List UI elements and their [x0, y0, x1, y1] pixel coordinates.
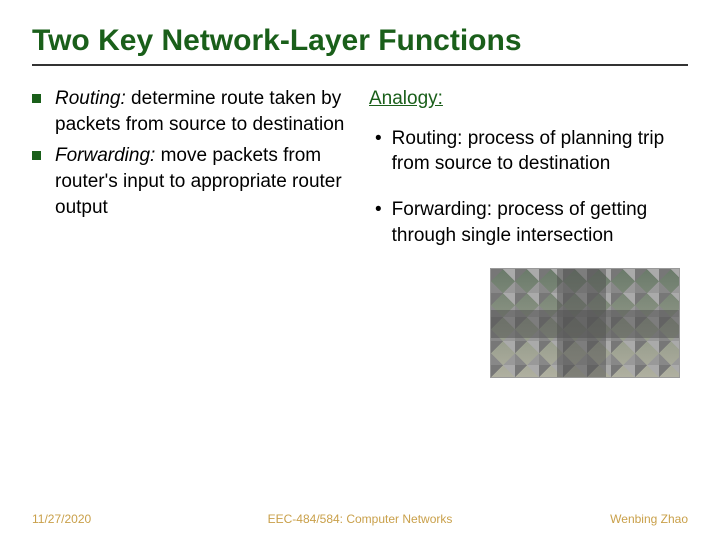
footer-date: 11/27/2020: [32, 512, 91, 526]
analogy-routing-text: Routing: process of planning trip from s…: [392, 126, 688, 177]
intersection-image: [490, 268, 680, 378]
dot-bullet-icon: •: [375, 126, 382, 152]
list-item: Forwarding: move packets from router's i…: [32, 143, 351, 220]
dot-bullet-icon: •: [375, 197, 382, 223]
term-forwarding: Forwarding:: [55, 145, 155, 166]
footer-author: Wenbing Zhao: [610, 512, 688, 526]
right-column: Analogy: • Routing: process of planning …: [369, 86, 688, 378]
analogy-heading: Analogy:: [369, 86, 688, 112]
square-bullet-icon: [32, 151, 41, 160]
slide-footer: 11/27/2020 EEC-484/584: Computer Network…: [32, 512, 688, 526]
slide: Two Key Network-Layer Functions Routing:…: [0, 0, 720, 540]
left-column: Routing: determine route taken by packet…: [32, 86, 351, 378]
slide-body: Routing: determine route taken by packet…: [32, 86, 688, 378]
list-item-text: Forwarding: move packets from router's i…: [55, 143, 351, 220]
list-item: • Forwarding: process of getting through…: [369, 197, 688, 248]
list-item-text: Routing: determine route taken by packet…: [55, 86, 351, 137]
slide-title: Two Key Network-Layer Functions: [32, 24, 688, 66]
square-bullet-icon: [32, 94, 41, 103]
analogy-forwarding-text: Forwarding: process of getting through s…: [392, 197, 688, 248]
footer-course: EEC-484/584: Computer Networks: [268, 512, 453, 526]
list-item: • Routing: process of planning trip from…: [369, 126, 688, 177]
term-routing: Routing:: [55, 88, 126, 109]
list-item: Routing: determine route taken by packet…: [32, 86, 351, 137]
